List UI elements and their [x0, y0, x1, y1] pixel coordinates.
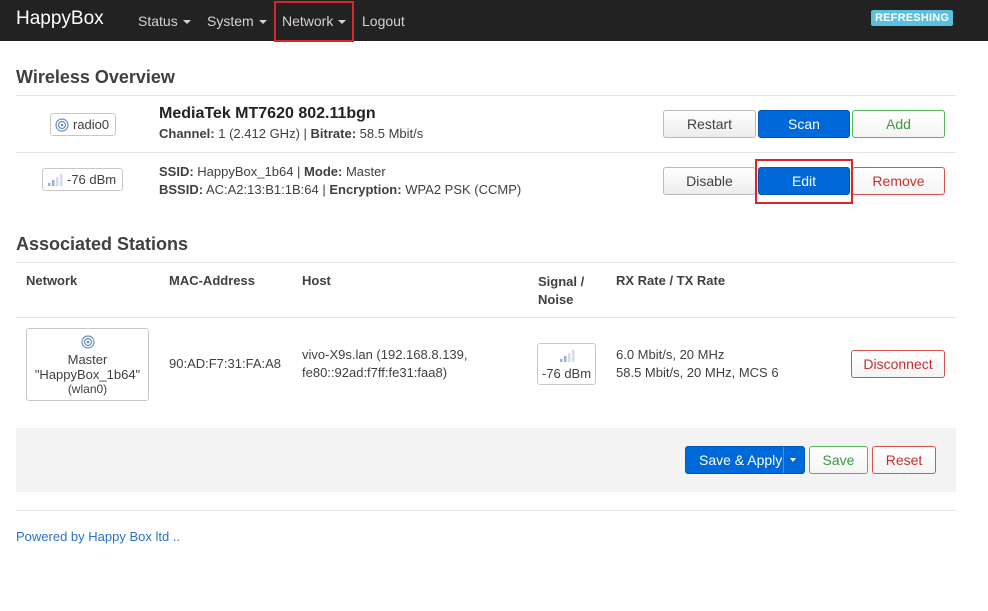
station-tx-rate: 58.5 Mbit/s, 20 MHz, MCS 6 [616, 365, 779, 380]
wifi-radio-icon [80, 335, 95, 349]
channel-value: 1 (2.412 GHz) [218, 126, 300, 141]
station-rate: 6.0 Mbit/s, 20 MHz 58.5 Mbit/s, 20 MHz, … [616, 346, 779, 382]
save-apply-label: Save & Apply [699, 452, 783, 468]
divider [16, 317, 956, 318]
col-header-host: Host [302, 273, 331, 288]
top-navbar: HappyBox Status System Network Logout RE… [0, 0, 988, 41]
wireless-overview-heading: Wireless Overview [16, 67, 175, 87]
col-header-signal-line1: Signal / [538, 274, 585, 289]
col-header-signal-line2: Noise [538, 292, 574, 307]
signal-strength-icon [48, 173, 63, 186]
caret-down-icon [258, 20, 267, 25]
refreshing-badge[interactable]: REFRESHING [871, 10, 954, 26]
bssid-label: BSSID: [159, 182, 204, 197]
restart-button[interactable]: Restart [663, 110, 756, 138]
network-menu-highlight [274, 1, 354, 42]
station-host-line2: fe80::92ad:f7ff:fe31:faa8) [302, 365, 448, 380]
ssid-line: SSID: HappyBox_1b64 | Mode: Master [159, 164, 386, 179]
col-header-mac: MAC-Address [169, 273, 255, 288]
bitrate-label: Bitrate: [310, 126, 357, 141]
radio-badge: radio0 [50, 113, 117, 136]
station-signal-value: -76 dBm [541, 366, 592, 381]
divider [16, 510, 956, 511]
divider [16, 152, 956, 153]
station-network-iface: (wlan0) [67, 382, 108, 396]
station-network-ssid: "HappyBox_1b64" [34, 367, 141, 382]
nav-status-menu[interactable]: Status [138, 13, 191, 29]
col-header-network: Network [26, 273, 78, 288]
dropdown-arrow-icon[interactable] [790, 458, 796, 462]
signal-badge-label: -76 dBm [67, 172, 117, 187]
divider [16, 262, 956, 263]
add-button[interactable]: Add [852, 110, 945, 138]
signal-badge: -76 dBm [42, 168, 124, 191]
brand-logo[interactable]: HappyBox [16, 8, 104, 30]
save-apply-button[interactable]: Save & Apply [685, 446, 805, 474]
disconnect-button[interactable]: Disconnect [851, 350, 945, 378]
reset-button[interactable]: Reset [872, 446, 936, 474]
station-mac: 90:AD:F7:31:FA:A8 [169, 356, 282, 371]
radio-badge-label: radio0 [73, 117, 110, 132]
disable-button[interactable]: Disable [663, 167, 756, 195]
encryption-value: WPA2 PSK (CCMP) [405, 182, 522, 197]
col-header-signal: Signal / Noise [538, 273, 584, 309]
device-name: MediaTek MT7620 802.11bgn [159, 105, 376, 122]
nav-system-label: System [207, 13, 254, 29]
nav-logout-link[interactable]: Logout [362, 13, 405, 29]
signal-strength-icon [559, 350, 574, 362]
bssid-line: BSSID: AC:A2:13:B1:1B:64 | Encryption: W… [159, 182, 522, 197]
nav-system-menu[interactable]: System [207, 13, 267, 29]
bitrate-value: 58.5 Mbit/s [359, 126, 424, 141]
ssid-value: HappyBox_1b64 [197, 164, 294, 179]
nav-status-label: Status [138, 13, 178, 29]
station-network-mode: Master [67, 352, 108, 367]
station-network-badge: Master "HappyBox_1b64" (wlan0) [26, 328, 149, 401]
station-host: vivo-X9s.lan (192.168.8.139, fe80::92ad:… [302, 346, 468, 382]
caret-down-icon [182, 20, 191, 25]
remove-button[interactable]: Remove [852, 167, 945, 195]
station-rx-rate: 6.0 Mbit/s, 20 MHz [616, 347, 725, 362]
channel-label: Channel: [159, 126, 215, 141]
scan-button[interactable]: Scan [758, 110, 850, 138]
mode-label: Mode: [304, 164, 343, 179]
mode-value: Master [345, 164, 386, 179]
col-header-rate: RX Rate / TX Rate [616, 273, 726, 288]
station-host-line1: vivo-X9s.lan (192.168.8.139, [302, 347, 468, 362]
split-separator [783, 447, 784, 473]
powered-by-link[interactable]: Powered by Happy Box ltd .. [16, 529, 180, 544]
station-signal-badge: -76 dBm [537, 343, 596, 385]
bssid-value: AC:A2:13:B1:1B:64 [205, 182, 319, 197]
save-button[interactable]: Save [809, 446, 868, 474]
edit-button-highlight [755, 159, 853, 204]
wifi-radio-icon [55, 117, 69, 132]
divider [16, 95, 956, 96]
encryption-label: Encryption: [329, 182, 402, 197]
device-details: Channel: 1 (2.412 GHz) | Bitrate: 58.5 M… [159, 126, 424, 141]
ssid-label: SSID: [159, 164, 194, 179]
associated-stations-heading: Associated Stations [16, 234, 189, 254]
